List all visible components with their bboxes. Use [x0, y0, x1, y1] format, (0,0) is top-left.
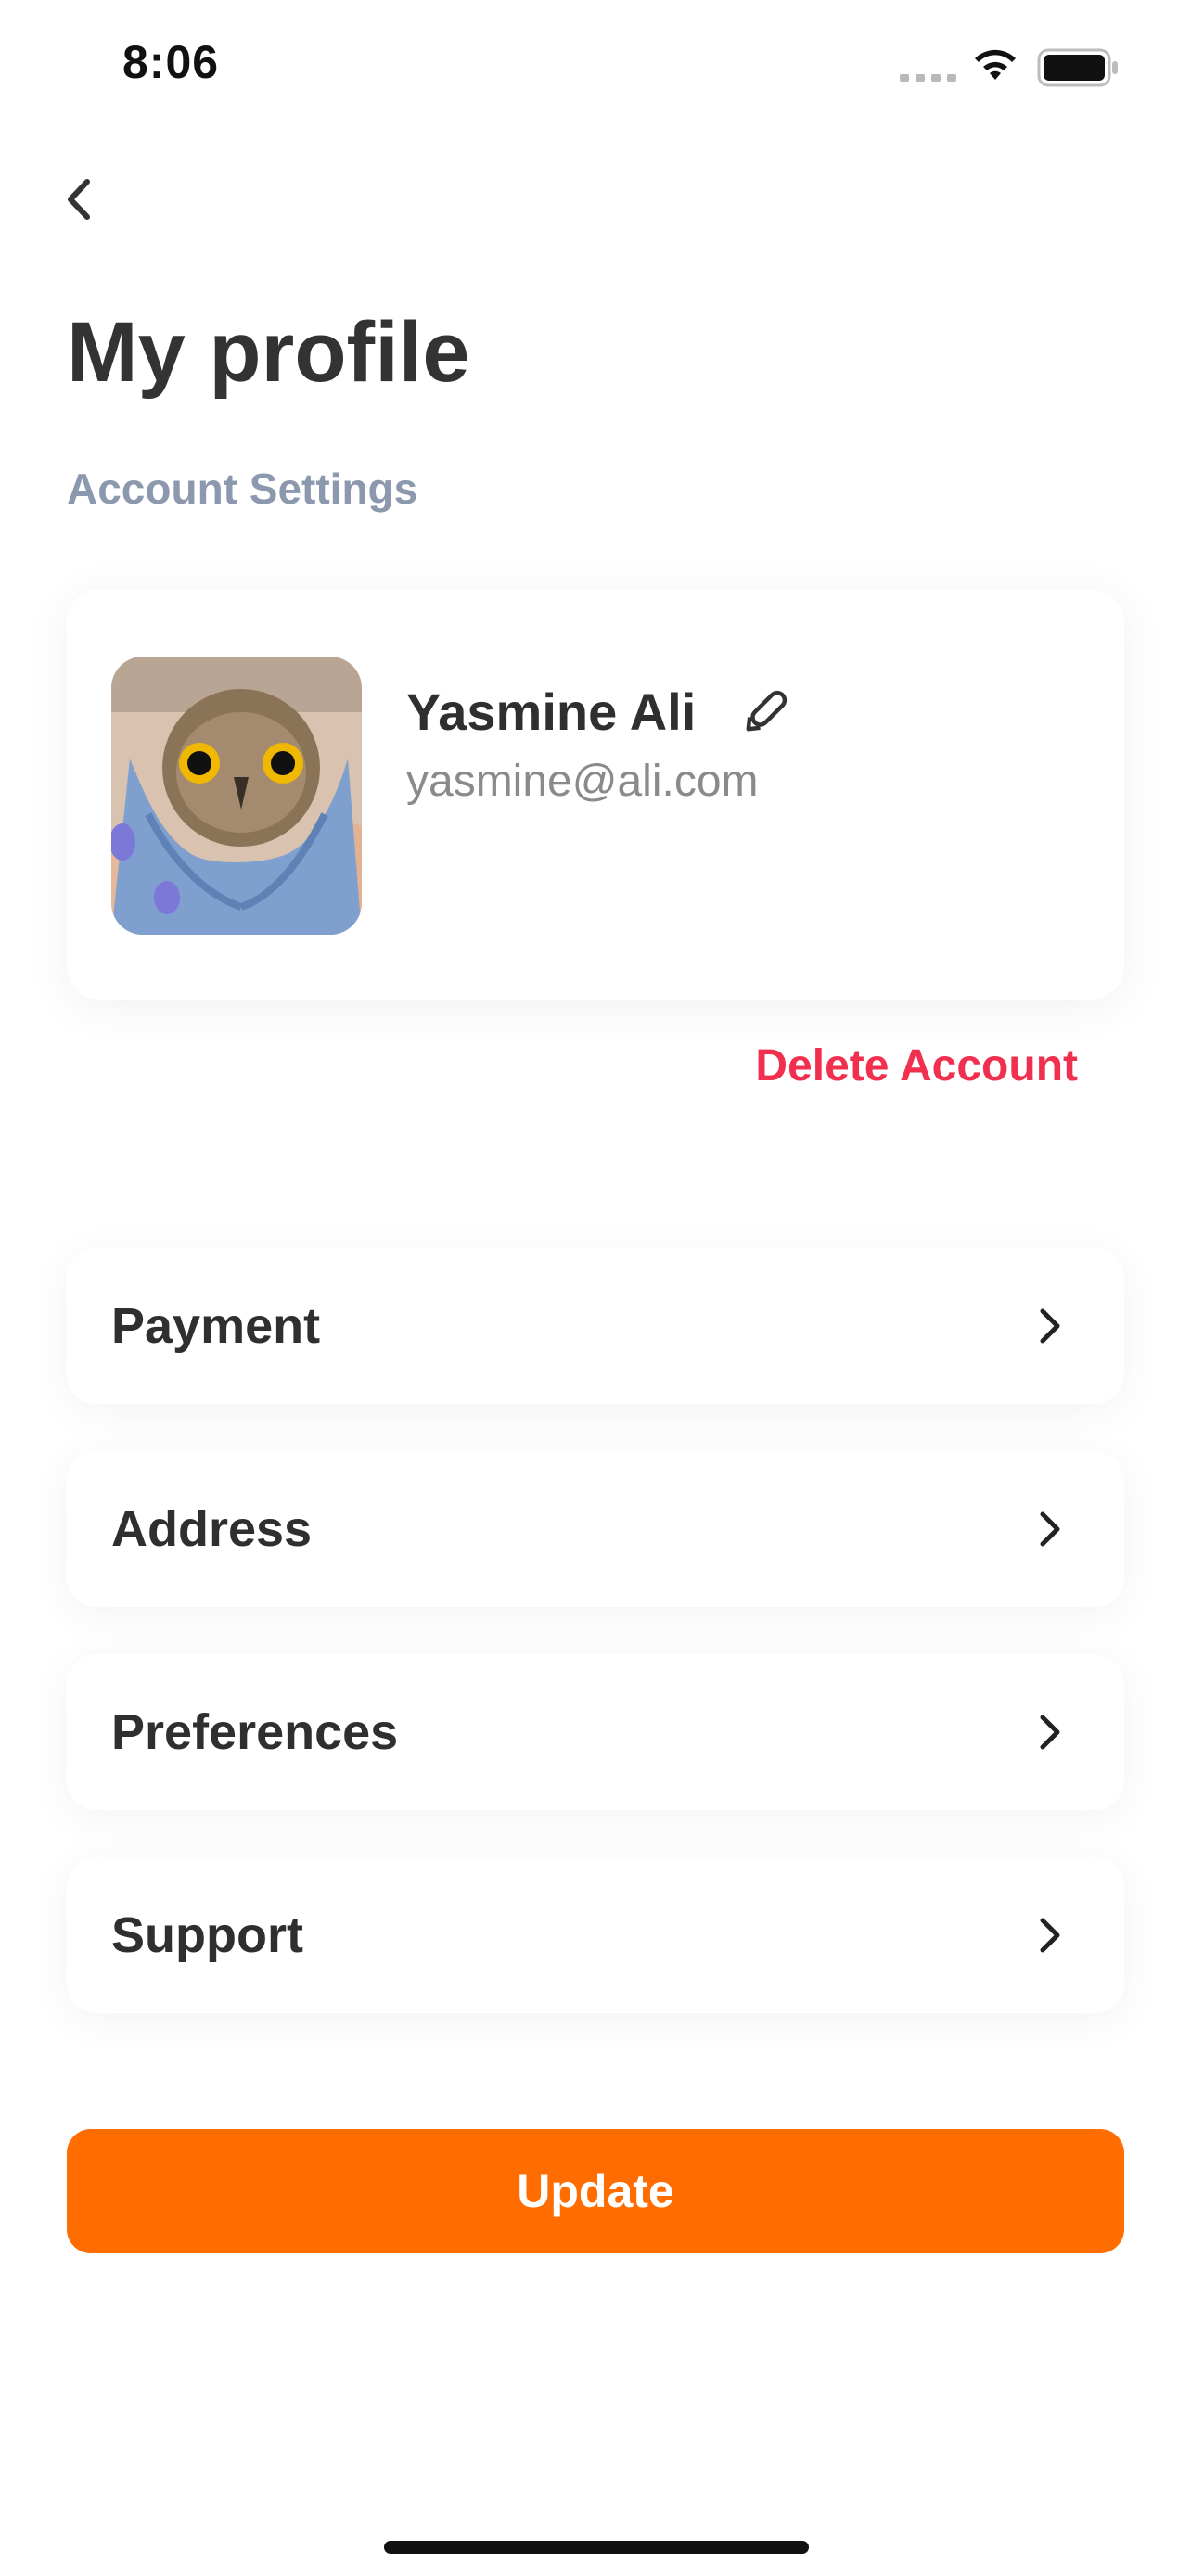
profile-card: Yasmine Ali yasmine@ali.com — [67, 589, 1124, 1000]
chevron-right-icon — [1040, 1715, 1060, 1750]
section-subtitle: Account Settings — [67, 465, 418, 513]
chevron-right-icon — [1040, 1511, 1060, 1547]
menu-item-preferences[interactable]: Preferences — [67, 1654, 1124, 1810]
wifi-icon — [975, 49, 1016, 80]
chevron-right-icon — [1040, 1308, 1060, 1344]
cellular-signal-icon — [900, 74, 956, 82]
menu-item-payment[interactable]: Payment — [67, 1248, 1124, 1404]
profile-email: yasmine@ali.com — [406, 757, 759, 806]
menu-item-support[interactable]: Support — [67, 1857, 1124, 2013]
menu-item-address[interactable]: Address — [67, 1451, 1124, 1607]
delete-account-button[interactable]: Delete Account — [755, 1040, 1078, 1091]
status-time: 8:06 — [122, 36, 220, 88]
back-chevron-icon[interactable] — [61, 176, 98, 223]
menu-item-label: Address — [111, 1501, 313, 1557]
menu-item-label: Preferences — [111, 1704, 399, 1760]
edit-pencil-icon[interactable] — [740, 682, 796, 737]
menu-item-label: Support — [111, 1907, 303, 1963]
update-button[interactable]: Update — [67, 2129, 1124, 2253]
avatar[interactable] — [111, 657, 362, 935]
page-title: My profile — [67, 305, 470, 400]
profile-name: Yasmine Ali — [406, 682, 697, 741]
owl-photo-icon — [111, 657, 362, 935]
menu-item-label: Payment — [111, 1298, 321, 1354]
battery-icon — [1037, 48, 1118, 87]
home-indicator[interactable] — [384, 2541, 809, 2554]
chevron-right-icon — [1040, 1918, 1060, 1953]
